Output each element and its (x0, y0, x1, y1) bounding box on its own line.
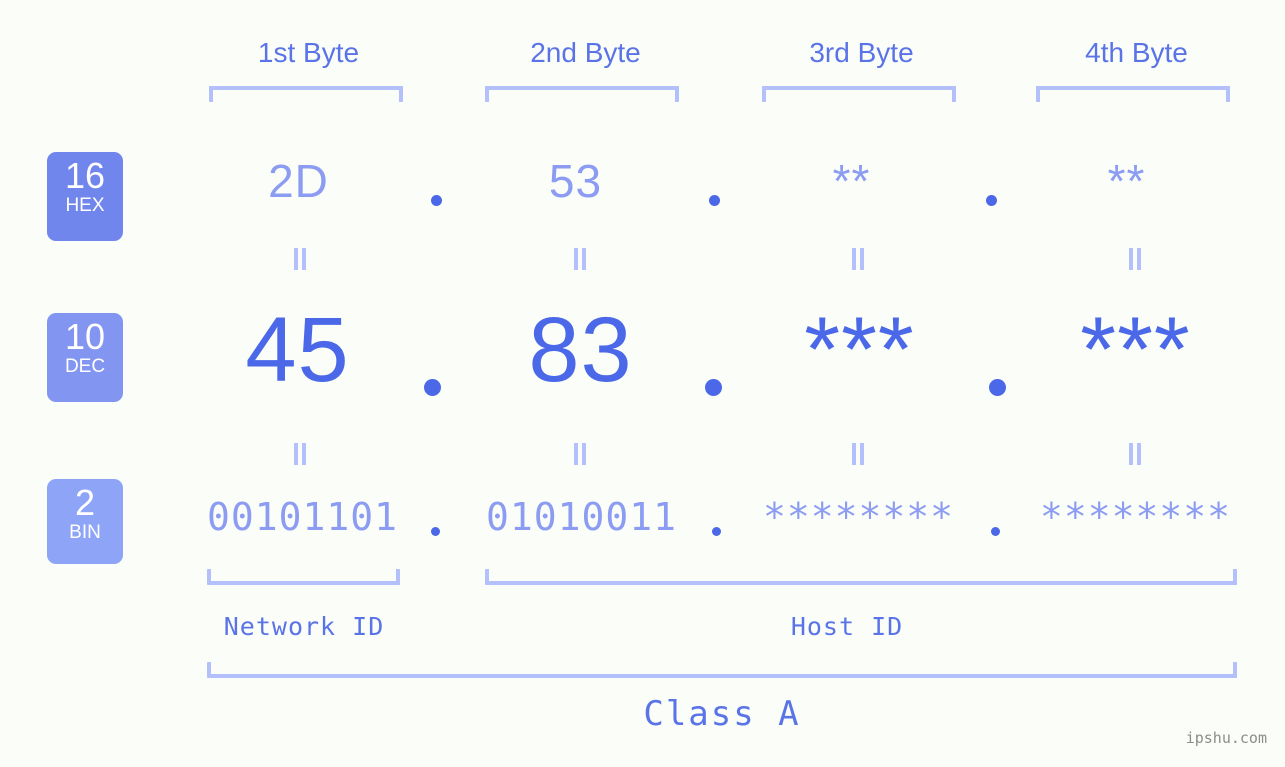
base-badge-hex-number: 16 (64, 155, 106, 196)
byte-bracket-top-2 (485, 86, 679, 102)
hex-separator-dot-1 (431, 195, 442, 206)
base-badge-dec-number: 10 (64, 316, 106, 357)
base-badge-hex: 16 HEX (47, 152, 123, 241)
class-bracket (207, 662, 1237, 678)
byte-header-4: 4th Byte (1085, 37, 1188, 68)
base-badge-bin-name: BIN (69, 522, 101, 543)
bin-byte-3: ******** (762, 495, 955, 539)
class-label: Class A (643, 694, 801, 734)
dec-byte-4: *** (1080, 299, 1191, 401)
hex-separator-dot-2 (709, 195, 720, 206)
base-badge-hex-name: HEX (65, 195, 105, 216)
site-watermark: ipshu.com (1185, 729, 1267, 747)
hex-separator-dot-3 (986, 195, 997, 206)
base-badge-bin-number: 2 (74, 482, 96, 523)
dec-separator-dot-1 (424, 379, 441, 396)
bin-separator-dot-1 (431, 527, 440, 536)
network-id-bracket (207, 569, 400, 585)
bin-separator-dot-3 (991, 527, 1000, 536)
equals-icon-dec-bin-4 (1127, 443, 1143, 465)
hex-byte-1: 2D (268, 155, 329, 207)
dec-separator-dot-3 (989, 379, 1006, 396)
byte-header-2: 2nd Byte (530, 37, 641, 68)
equals-icon-dec-bin-3 (850, 443, 866, 465)
equals-icon-hex-dec-1 (292, 248, 308, 270)
base-badge-dec-name: DEC (64, 356, 106, 377)
network-id-label: Network ID (223, 612, 385, 641)
dec-byte-2: 83 (528, 299, 633, 401)
dec-byte-3: *** (804, 299, 915, 401)
bin-byte-4: ******** (1039, 495, 1232, 539)
byte-bracket-top-1 (209, 86, 403, 102)
hex-byte-3: ** (832, 155, 871, 207)
equals-icon-hex-dec-2 (572, 248, 588, 270)
bin-byte-2: 01010011 (485, 495, 678, 539)
equals-icon-hex-dec-3 (850, 248, 866, 270)
hex-byte-4: ** (1107, 155, 1146, 207)
equals-icon-hex-dec-4 (1127, 248, 1143, 270)
byte-bracket-top-3 (762, 86, 956, 102)
hex-byte-2: 53 (548, 155, 603, 207)
host-id-bracket (485, 569, 1237, 585)
ip-address-breakdown-diagram: 1st Byte 2nd Byte 3rd Byte 4th Byte 16 H… (0, 0, 1285, 767)
bin-separator-dot-2 (712, 527, 721, 536)
dec-byte-1: 45 (245, 299, 350, 401)
equals-icon-dec-bin-1 (292, 443, 308, 465)
bin-byte-1: 00101101 (206, 495, 399, 539)
dec-separator-dot-2 (705, 379, 722, 396)
host-id-label: Host ID (790, 612, 904, 641)
byte-bracket-top-4 (1036, 86, 1230, 102)
base-badge-bin: 2 BIN (47, 479, 123, 564)
byte-header-3: 3rd Byte (809, 37, 914, 68)
base-badge-dec: 10 DEC (47, 313, 123, 402)
equals-icon-dec-bin-2 (572, 443, 588, 465)
byte-header-1: 1st Byte (257, 37, 360, 68)
